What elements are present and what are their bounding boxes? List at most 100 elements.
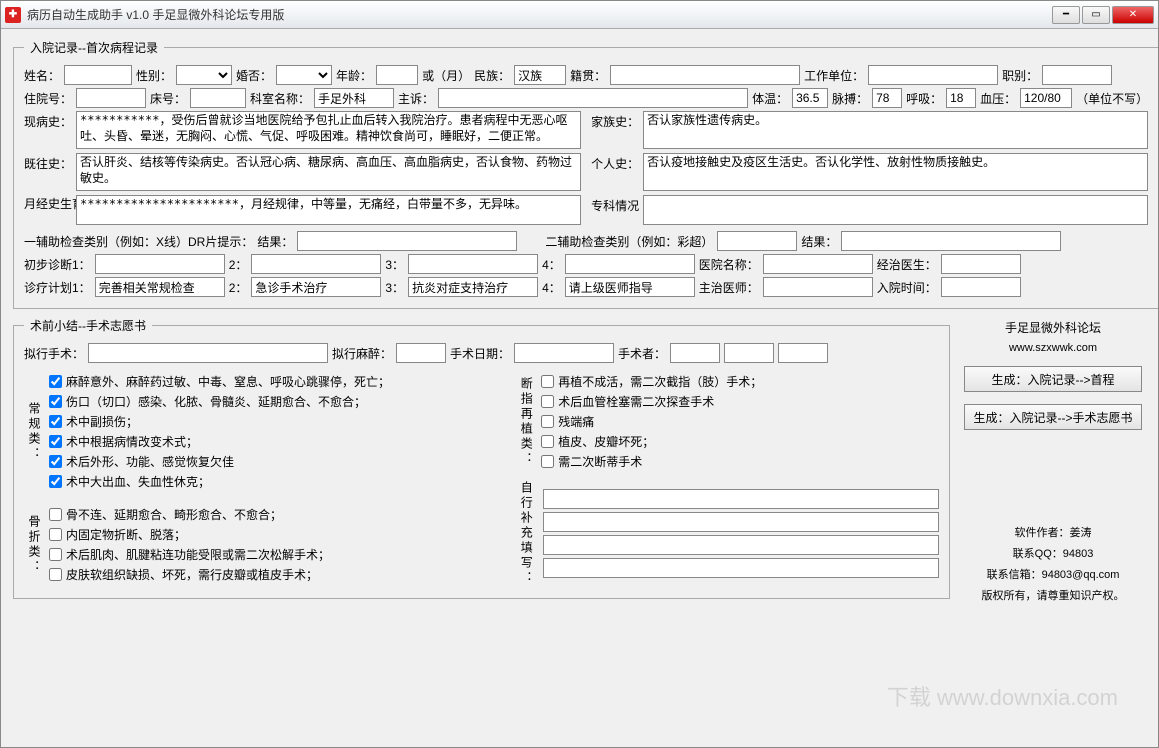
generate-first-button[interactable]: 生成：入院记录-->首程 bbox=[964, 366, 1142, 392]
checkbox[interactable] bbox=[49, 568, 62, 581]
bed-input[interactable] bbox=[190, 88, 246, 108]
plan4-input[interactable] bbox=[565, 277, 695, 297]
check-item: 再植不成活，需二次截指（肢）手术； bbox=[541, 373, 939, 390]
side-url: www.szxwwk.com bbox=[1009, 342, 1097, 354]
group3-checks: 骨不连、延期愈合、畸形愈合、不愈合；内固定物折断、脱落；术后肌肉、肌腱粘连功能受… bbox=[49, 503, 510, 586]
fill-input-1[interactable] bbox=[543, 489, 939, 509]
content-area: 入院记录--首次病程记录 姓名： 性别： 婚否： 年龄： 或（月） 民族： 籍贯… bbox=[1, 29, 1158, 747]
doctor1-label: 经治医生： bbox=[877, 256, 937, 273]
admit-time-input[interactable] bbox=[941, 277, 1021, 297]
group2-title: 断指再植类： bbox=[516, 375, 537, 469]
minimize-button[interactable]: ━ bbox=[1052, 6, 1080, 24]
checkbox[interactable] bbox=[49, 508, 62, 521]
work-input[interactable] bbox=[868, 65, 998, 85]
surgeon1-input[interactable] bbox=[670, 343, 720, 363]
special-textarea[interactable] bbox=[643, 195, 1148, 225]
dept-input[interactable] bbox=[314, 88, 394, 108]
hospital-input[interactable] bbox=[763, 254, 873, 274]
chief-input[interactable] bbox=[438, 88, 748, 108]
checkbox[interactable] bbox=[49, 395, 62, 408]
maximize-button[interactable]: ▭ bbox=[1082, 6, 1110, 24]
diag1-label: 初步诊断1： bbox=[24, 256, 91, 273]
checkbox[interactable] bbox=[541, 415, 554, 428]
aux2-input[interactable] bbox=[717, 231, 797, 251]
checkbox[interactable] bbox=[541, 395, 554, 408]
plan3-input[interactable] bbox=[408, 277, 538, 297]
fill-input-4[interactable] bbox=[543, 558, 939, 578]
bp-input[interactable] bbox=[1020, 88, 1072, 108]
doctor2-input[interactable] bbox=[763, 277, 873, 297]
breath-label: 呼吸： bbox=[906, 90, 942, 107]
diag2-input[interactable] bbox=[251, 254, 381, 274]
diag1-input[interactable] bbox=[95, 254, 225, 274]
side-title: 手足显微外科论坛 bbox=[1005, 319, 1101, 336]
opdate-input[interactable] bbox=[514, 343, 614, 363]
checkbox[interactable] bbox=[49, 375, 62, 388]
aux2-label: 二辅助检查类别（例如：彩超） bbox=[545, 233, 713, 250]
doctor1-input[interactable] bbox=[941, 254, 1021, 274]
diag4-input[interactable] bbox=[565, 254, 695, 274]
temp-label: 体温： bbox=[752, 90, 788, 107]
admit-no-input[interactable] bbox=[76, 88, 146, 108]
diag4-label: 4： bbox=[542, 256, 561, 273]
check-label: 伤口（切口）感染、化脓、骨髓炎、延期愈合、不愈合； bbox=[66, 393, 366, 410]
generate-consent-button[interactable]: 生成：入院记录-->手术志愿书 bbox=[964, 404, 1142, 430]
app-window: ✚ 病历自动生成助手 v1.0 手足显微外科论坛专用版 ━ ▭ ✕ 入院记录--… bbox=[0, 0, 1159, 748]
menses-textarea[interactable]: **********************，月经规律，中等量，无痛经，白带量不… bbox=[76, 195, 581, 225]
sex-select[interactable] bbox=[176, 65, 232, 85]
admit-no-label: 住院号： bbox=[24, 90, 72, 107]
breath-input[interactable] bbox=[946, 88, 976, 108]
window-title: 病历自动生成助手 v1.0 手足显微外科论坛专用版 bbox=[27, 6, 1052, 23]
past-textarea[interactable]: 否认肝炎、结核等传染病史。否认冠心病、糖尿病、高血压、高血脂病史，否认食物、药物… bbox=[76, 153, 581, 191]
personal-textarea[interactable]: 否认疫地接触史及疫区生活史。否认化学性、放射性物质接触史。 bbox=[643, 153, 1148, 191]
bed-label: 床号： bbox=[150, 90, 186, 107]
window-controls: ━ ▭ ✕ bbox=[1052, 6, 1154, 24]
fill-input-2[interactable] bbox=[543, 512, 939, 532]
work-label: 工作单位： bbox=[804, 67, 864, 84]
native-input[interactable] bbox=[610, 65, 800, 85]
hospital-label: 医院名称： bbox=[699, 256, 759, 273]
pulse-input[interactable] bbox=[872, 88, 902, 108]
fill-input-3[interactable] bbox=[543, 535, 939, 555]
checkbox[interactable] bbox=[49, 435, 62, 448]
surgeon3-input[interactable] bbox=[778, 343, 828, 363]
check-label: 植皮、皮瓣坏死； bbox=[558, 433, 654, 450]
group2-checks: 再植不成活，需二次截指（肢）手术；术后血管栓塞需二次探查手术残端痛植皮、皮瓣坏死… bbox=[541, 370, 939, 473]
check-item: 植皮、皮瓣坏死； bbox=[541, 433, 939, 450]
checkbox[interactable] bbox=[541, 455, 554, 468]
check-label: 需二次断蒂手术 bbox=[558, 453, 642, 470]
checkbox[interactable] bbox=[49, 415, 62, 428]
checkbox[interactable] bbox=[49, 528, 62, 541]
chief-label: 主诉： bbox=[398, 90, 434, 107]
plan1-input[interactable] bbox=[95, 277, 225, 297]
result2-input[interactable] bbox=[841, 231, 1061, 251]
marry-select[interactable] bbox=[276, 65, 332, 85]
checkbox[interactable] bbox=[541, 375, 554, 388]
side-info: 软件作者：姜涛 联系QQ：94803 联系信箱：94803@qq.com 版权所… bbox=[982, 523, 1125, 607]
temp-input[interactable] bbox=[792, 88, 828, 108]
checkbox[interactable] bbox=[49, 455, 62, 468]
present-textarea[interactable]: ***********，受伤后曾就诊当地医院给予包扎止血后转入我院治疗。患者病程… bbox=[76, 111, 581, 149]
fill-inputs bbox=[543, 489, 939, 578]
job-label: 职别： bbox=[1002, 67, 1038, 84]
plan2-input[interactable] bbox=[251, 277, 381, 297]
family-textarea[interactable]: 否认家族性遗传病史。 bbox=[643, 111, 1148, 149]
qq-label: 联系QQ：94803 bbox=[982, 544, 1125, 565]
ethnic-input[interactable] bbox=[514, 65, 566, 85]
check-label: 术后血管栓塞需二次探查手术 bbox=[558, 393, 714, 410]
job-input[interactable] bbox=[1042, 65, 1112, 85]
name-input[interactable] bbox=[64, 65, 132, 85]
special-label: 专科情况 bbox=[591, 195, 637, 214]
checkbox[interactable] bbox=[541, 435, 554, 448]
diag3-input[interactable] bbox=[408, 254, 538, 274]
surgeon2-input[interactable] bbox=[724, 343, 774, 363]
result1-input[interactable] bbox=[297, 231, 517, 251]
anes-input[interactable] bbox=[396, 343, 446, 363]
plan3-label: 3： bbox=[385, 279, 404, 296]
age-input[interactable] bbox=[376, 65, 418, 85]
checkbox[interactable] bbox=[49, 548, 62, 561]
close-button[interactable]: ✕ bbox=[1112, 6, 1154, 24]
op-input[interactable] bbox=[88, 343, 328, 363]
check-item: 术后肌肉、肌腱粘连功能受限或需二次松解手术； bbox=[49, 546, 510, 563]
checkbox[interactable] bbox=[49, 475, 62, 488]
